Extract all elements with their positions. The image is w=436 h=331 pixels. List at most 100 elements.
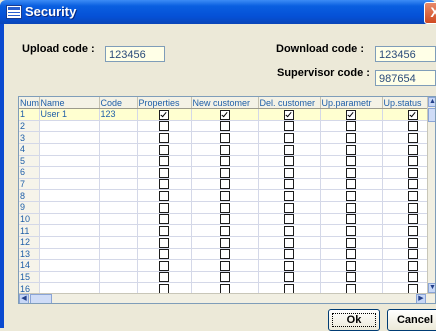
permission-checkbox[interactable] xyxy=(408,144,418,155)
row-number-cell[interactable]: 6 xyxy=(19,166,40,179)
permission-checkbox[interactable] xyxy=(284,237,294,248)
user-name-cell[interactable] xyxy=(39,178,100,191)
table-row[interactable]: 14 xyxy=(19,259,435,272)
row-number-cell[interactable]: 9 xyxy=(19,201,40,214)
row-number-cell[interactable]: 10 xyxy=(19,213,40,226)
user-code-cell[interactable] xyxy=(99,213,138,226)
permission-checkbox[interactable] xyxy=(219,121,230,131)
permission-checkbox[interactable] xyxy=(408,167,418,178)
user-name-cell[interactable] xyxy=(39,259,100,272)
user-code-cell[interactable] xyxy=(99,271,138,284)
supervisor-code-input[interactable]: 987654 xyxy=(375,70,436,86)
permission-checkbox[interactable] xyxy=(219,249,230,259)
permission-checkbox[interactable] xyxy=(284,225,294,236)
table-row[interactable]: 5 xyxy=(19,155,435,168)
permission-checkbox[interactable] xyxy=(219,260,230,271)
permission-checkbox[interactable] xyxy=(284,191,294,201)
permission-checkbox[interactable] xyxy=(408,179,418,189)
user-name-cell[interactable] xyxy=(39,143,100,156)
permission-checkbox[interactable] xyxy=(346,249,356,259)
permission-checkbox[interactable] xyxy=(159,167,169,178)
permission-checkbox[interactable] xyxy=(408,109,418,120)
table-row[interactable]: 13 xyxy=(19,248,435,261)
row-number-cell[interactable]: 11 xyxy=(19,224,40,237)
permission-checkbox[interactable] xyxy=(284,202,294,213)
permission-checkbox[interactable] xyxy=(284,109,294,120)
permission-checkbox[interactable] xyxy=(408,237,418,248)
row-number-cell[interactable]: 8 xyxy=(19,189,40,202)
row-number-cell[interactable]: 1 xyxy=(19,108,40,121)
permission-checkbox[interactable] xyxy=(284,132,294,143)
scroll-down-button[interactable]: ▼ xyxy=(428,283,435,293)
user-name-cell[interactable] xyxy=(39,155,100,168)
table-row[interactable]: 6 xyxy=(19,166,435,179)
table-row[interactable]: 7 xyxy=(19,178,435,191)
user-name-cell[interactable] xyxy=(39,236,100,249)
permission-checkbox[interactable] xyxy=(284,121,294,131)
user-name-cell[interactable] xyxy=(39,131,100,144)
permission-checkbox[interactable] xyxy=(219,179,230,189)
permission-checkbox[interactable] xyxy=(284,272,294,282)
user-name-cell[interactable] xyxy=(39,189,100,202)
permission-checkbox[interactable] xyxy=(408,156,418,166)
column-header[interactable]: Code xyxy=(99,97,138,109)
permission-checkbox[interactable] xyxy=(159,237,169,248)
row-number-cell[interactable]: 4 xyxy=(19,143,40,156)
table-row[interactable]: 11 xyxy=(19,224,435,237)
table-row[interactable]: 1 User 1 123 xyxy=(19,108,435,121)
permission-checkbox[interactable] xyxy=(159,225,169,236)
vertical-scroll-thumb[interactable] xyxy=(428,108,435,122)
user-code-cell[interactable] xyxy=(99,155,138,168)
user-code-cell[interactable] xyxy=(99,224,138,237)
permission-checkbox[interactable] xyxy=(219,109,230,120)
row-number-cell[interactable]: 7 xyxy=(19,178,40,191)
row-number-cell[interactable]: 5 xyxy=(19,155,40,168)
column-header[interactable]: Up.parametr xyxy=(320,97,383,109)
row-number-cell[interactable]: 12 xyxy=(19,236,40,249)
user-code-cell[interactable] xyxy=(99,178,138,191)
permission-checkbox[interactable] xyxy=(408,191,418,201)
permission-checkbox[interactable] xyxy=(408,132,418,143)
permission-checkbox[interactable] xyxy=(408,121,418,131)
column-header[interactable]: Num. xyxy=(19,97,40,109)
column-header[interactable]: Del. customer xyxy=(258,97,321,109)
permission-checkbox[interactable] xyxy=(346,260,356,271)
user-name-cell[interactable] xyxy=(39,166,100,179)
permission-checkbox[interactable] xyxy=(159,202,169,213)
table-row[interactable]: 8 xyxy=(19,189,435,202)
permission-checkbox[interactable] xyxy=(408,249,418,259)
permission-checkbox[interactable] xyxy=(346,167,356,178)
table-row[interactable]: 2 xyxy=(19,120,435,133)
permission-checkbox[interactable] xyxy=(219,167,230,178)
permission-checkbox[interactable] xyxy=(219,237,230,248)
row-number-cell[interactable]: 3 xyxy=(19,131,40,144)
user-code-cell[interactable] xyxy=(99,131,138,144)
permission-checkbox[interactable] xyxy=(284,156,294,166)
permission-checkbox[interactable] xyxy=(408,260,418,271)
permission-checkbox[interactable] xyxy=(346,225,356,236)
user-code-cell[interactable] xyxy=(99,166,138,179)
permission-checkbox[interactable] xyxy=(159,260,169,271)
row-number-cell[interactable]: 13 xyxy=(19,248,40,261)
permission-checkbox[interactable] xyxy=(159,191,169,201)
permission-checkbox[interactable] xyxy=(346,179,356,189)
permission-checkbox[interactable] xyxy=(159,121,169,131)
permission-checkbox[interactable] xyxy=(346,214,356,224)
column-header[interactable]: Properties xyxy=(137,97,192,109)
user-code-cell[interactable] xyxy=(99,189,138,202)
upload-code-input[interactable]: 123456 xyxy=(105,46,165,62)
user-code-cell[interactable] xyxy=(99,236,138,249)
vertical-scrollbar[interactable]: ▲ ▼ xyxy=(427,97,435,293)
permission-checkbox[interactable] xyxy=(408,272,418,282)
table-row[interactable]: 10 xyxy=(19,213,435,226)
permission-checkbox[interactable] xyxy=(346,144,356,155)
permission-checkbox[interactable] xyxy=(284,260,294,271)
permission-checkbox[interactable] xyxy=(219,156,230,166)
permission-checkbox[interactable] xyxy=(408,202,418,213)
permission-checkbox[interactable] xyxy=(159,132,169,143)
permission-checkbox[interactable] xyxy=(346,109,356,120)
permission-checkbox[interactable] xyxy=(159,272,169,282)
user-name-cell[interactable] xyxy=(39,271,100,284)
permission-checkbox[interactable] xyxy=(219,225,230,236)
user-name-cell[interactable] xyxy=(39,248,100,261)
